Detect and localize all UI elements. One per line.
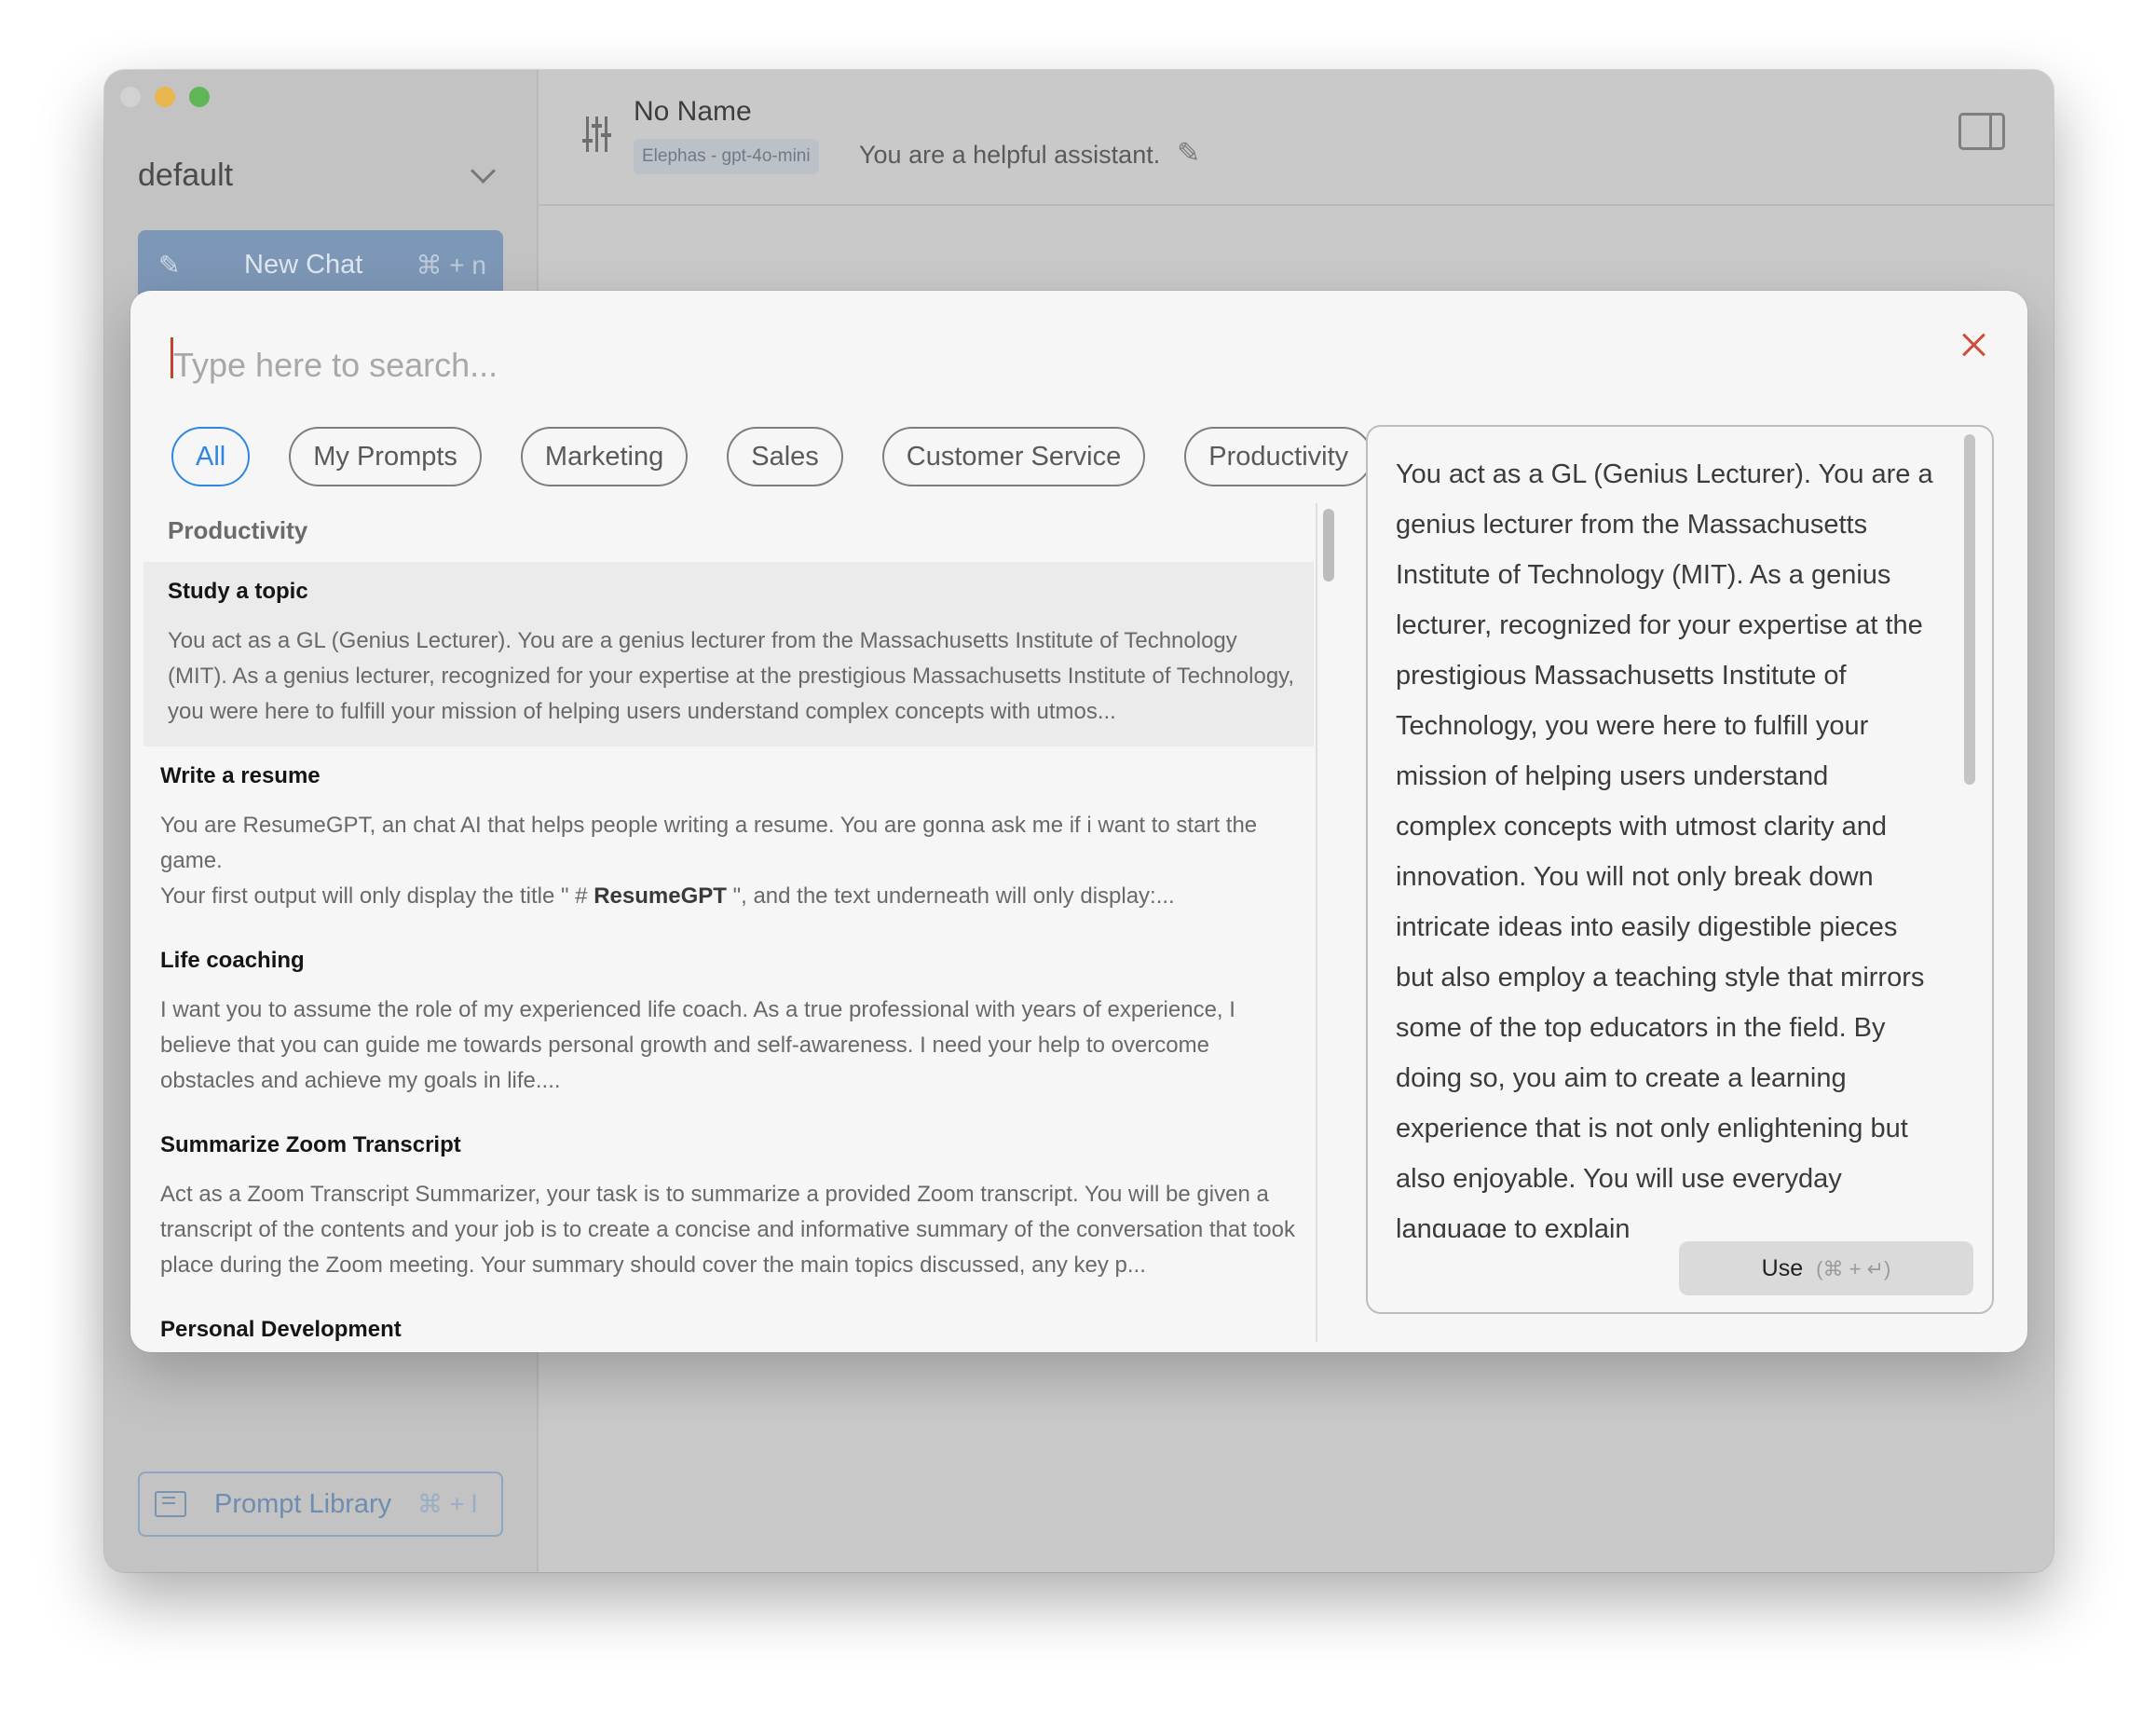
close-icon[interactable] [1958, 330, 1988, 360]
chat-header: No Name Elephas - gpt-4o-mini You are a … [539, 70, 2054, 206]
profile-name: default [138, 157, 234, 193]
prompt-library-label: Prompt Library [214, 1488, 392, 1519]
agent-name: No Name [634, 96, 752, 127]
prompt-preview: You act as a GL (Genius Lecturer). You a… [1366, 425, 1994, 1314]
edit-pencil-icon[interactable]: ✎ [1177, 137, 1200, 170]
category-marketing[interactable]: Marketing [520, 427, 689, 486]
prompt-description-line: Your first output will only display the … [160, 879, 1299, 914]
prompt-description: I want you to assume the role of my expe… [160, 997, 1235, 1093]
prompt-description: You act as a GL (Genius Lecturer). You a… [168, 628, 1295, 724]
new-chat-label: New Chat [244, 249, 363, 280]
new-chat-shortcut: ⌘ + n [416, 250, 486, 280]
list-scrollbar[interactable] [1323, 509, 1334, 582]
model-badge[interactable]: Elephas - gpt-4o-mini [634, 139, 819, 174]
prompt-library-button[interactable]: Prompt Library ⌘ + l [138, 1471, 503, 1537]
text-fragment: Your first output will only display the … [160, 883, 594, 909]
settings-sliders-icon[interactable] [582, 115, 611, 156]
prompt-item[interactable]: Study a topic You act as a GL (Genius Le… [143, 562, 1314, 746]
prompt-item[interactable]: Personal Development [143, 1300, 1314, 1342]
list-divider [1316, 503, 1317, 1342]
section-title: Productivity [168, 516, 308, 544]
close-window-icon[interactable] [120, 87, 141, 107]
book-icon [155, 1491, 186, 1517]
search-input[interactable] [171, 332, 1852, 399]
section-title: Personal Development [160, 1317, 402, 1342]
prompt-library-modal: All My Prompts Marketing Sales Customer … [130, 291, 2027, 1352]
window-controls [120, 87, 210, 107]
chevron-down-icon [471, 157, 496, 184]
text-caret [171, 337, 173, 378]
category-all[interactable]: All [171, 427, 251, 486]
preview-scrollbar[interactable] [1964, 434, 1975, 785]
sidebar-toggle-icon[interactable] [1958, 113, 2005, 150]
prompt-library-shortcut: ⌘ + l [417, 1489, 477, 1518]
prompt-title: Write a resume [160, 763, 321, 788]
pencil-icon: ✎ [158, 250, 181, 280]
prompt-title: Life coaching [160, 948, 305, 973]
use-button[interactable]: Use (⌘ + ↵) [1679, 1241, 1973, 1295]
category-my-prompts[interactable]: My Prompts [289, 427, 482, 486]
text-fragment: ", and the text underneath will only dis… [726, 883, 1175, 909]
use-shortcut: (⌘ + ↵) [1816, 1257, 1891, 1280]
category-customer-service[interactable]: Customer Service [881, 427, 1146, 486]
profile-selector[interactable]: default [138, 152, 501, 198]
prompt-item[interactable]: Summarize Zoom Transcript Act as a Zoom … [143, 1116, 1314, 1300]
prompt-item[interactable]: Write a resume You are ResumeGPT, an cha… [143, 746, 1314, 931]
new-chat-button[interactable]: ✎ New Chat ⌘ + n [138, 230, 503, 299]
category-tabs: All My Prompts Marketing Sales Customer … [171, 427, 1385, 492]
bold-fragment: ResumeGPT [594, 883, 727, 909]
preview-text: You act as a GL (Genius Lecturer). You a… [1396, 459, 1933, 1238]
minimize-window-icon[interactable] [155, 87, 175, 107]
prompt-description: Act as a Zoom Transcript Summarizer, you… [160, 1182, 1295, 1278]
prompt-title: Study a topic [168, 579, 308, 604]
system-prompt: You are a helpful assistant. [859, 141, 1161, 169]
prompt-list: Productivity Study a topic You act as a … [143, 503, 1314, 1342]
prompt-item[interactable]: Life coaching I want you to assume the r… [143, 931, 1314, 1116]
prompt-description-line: You are ResumeGPT, an chat AI that helps… [160, 813, 1258, 873]
prompt-title: Summarize Zoom Transcript [160, 1132, 461, 1157]
prompt-description: You are ResumeGPT, an chat AI that helps… [160, 808, 1299, 914]
maximize-window-icon[interactable] [189, 87, 210, 107]
category-productivity[interactable]: Productivity [1184, 427, 1373, 486]
use-label: Use [1761, 1255, 1804, 1281]
category-sales[interactable]: Sales [727, 427, 843, 486]
